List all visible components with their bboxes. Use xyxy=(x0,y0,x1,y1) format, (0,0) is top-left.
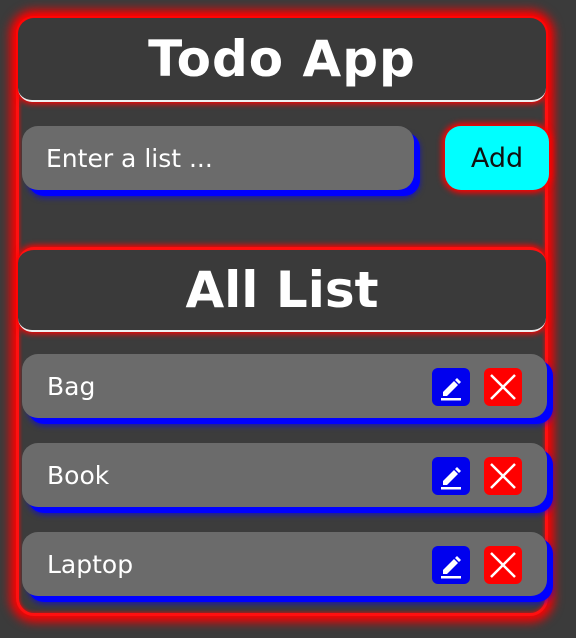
todo-item-text: Laptop xyxy=(47,549,134,579)
close-icon xyxy=(490,463,516,489)
delete-button[interactable] xyxy=(484,546,522,584)
edit-button[interactable] xyxy=(432,546,470,584)
edit-button[interactable] xyxy=(432,368,470,406)
edit-icon xyxy=(441,556,461,579)
app-title: Todo App xyxy=(148,30,416,88)
list-title: All List xyxy=(185,261,379,319)
delete-button[interactable] xyxy=(484,457,522,495)
close-icon xyxy=(490,552,516,578)
close-icon xyxy=(490,374,516,400)
todo-app-container: Todo App Add All List Bag xyxy=(16,16,549,616)
edit-icon xyxy=(441,467,461,490)
todo-item: Laptop xyxy=(22,532,547,596)
todo-item: Bag xyxy=(22,354,547,418)
todo-list: Bag Book Laptop xyxy=(22,354,547,621)
input-row: Add xyxy=(22,126,549,190)
todo-input[interactable] xyxy=(22,126,414,190)
app-header: Todo App xyxy=(18,18,546,102)
edit-icon xyxy=(441,378,461,401)
todo-item-text: Bag xyxy=(47,371,96,401)
todo-item: Book xyxy=(22,443,547,507)
add-button[interactable]: Add xyxy=(445,126,549,190)
delete-button[interactable] xyxy=(484,368,522,406)
list-header: All List xyxy=(18,247,546,332)
todo-item-text: Book xyxy=(47,460,110,490)
edit-button[interactable] xyxy=(432,457,470,495)
